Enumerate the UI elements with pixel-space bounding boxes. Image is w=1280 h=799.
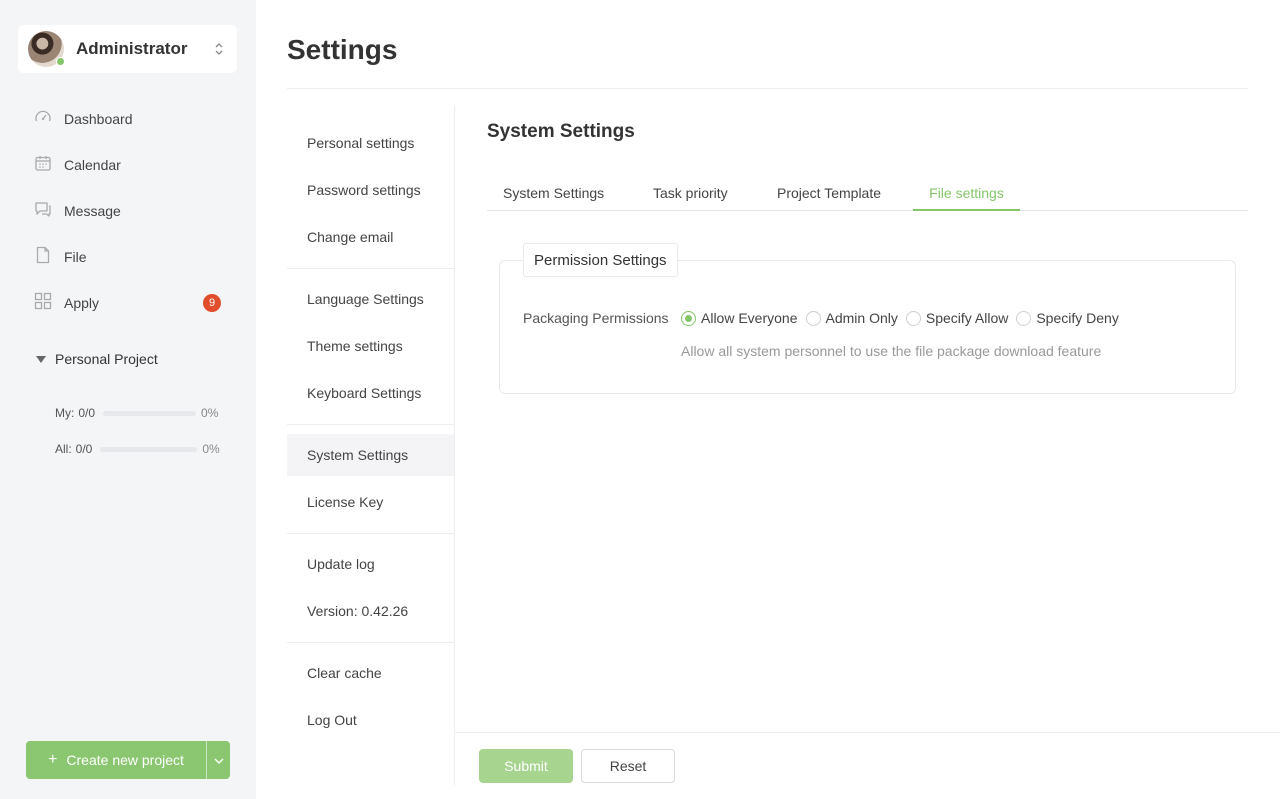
radio-label: Specify Allow — [925, 310, 1009, 326]
progress-label: My: — [55, 406, 75, 420]
radio-label: Admin Only — [825, 310, 898, 326]
progress-bar — [100, 446, 198, 452]
dashboard-icon — [34, 108, 52, 131]
section-title: System Settings — [487, 121, 635, 142]
footer-divider — [455, 732, 1280, 733]
menu-item-log-out[interactable]: Log Out — [287, 699, 454, 741]
radio-allow-everyone[interactable]: Allow Everyone — [681, 310, 798, 326]
tab-task-priority[interactable]: Task priority — [653, 178, 728, 211]
sidebar-item-label: Dashboard — [64, 111, 133, 127]
radio-specify-allow[interactable]: Specify Allow — [905, 310, 1009, 326]
settings-tabs: System Settings Task priority Project Te… — [487, 178, 1248, 211]
calendar-icon — [34, 154, 52, 177]
caret-down-icon — [36, 355, 46, 363]
menu-item-update-log[interactable]: Update log — [287, 543, 454, 585]
menu-item-keyboard-settings[interactable]: Keyboard Settings — [287, 372, 454, 414]
create-project-button[interactable]: + Create new project — [26, 741, 206, 779]
progress-bar — [103, 410, 197, 416]
radio-specify-deny[interactable]: Specify Deny — [1016, 310, 1119, 326]
personal-project-toggle[interactable]: Personal Project — [36, 351, 158, 367]
progress-label: All: — [55, 442, 72, 456]
permission-description: Allow all system personnel to use the fi… — [681, 343, 1102, 359]
online-status-dot — [56, 57, 65, 66]
radio-label: Allow Everyone — [701, 310, 798, 326]
my-progress: My: 0/0 0% — [55, 406, 218, 420]
packaging-permissions-label: Packaging Permissions — [523, 310, 669, 326]
menu-divider — [287, 424, 454, 425]
packaging-permissions-radio-group: Allow Everyone Admin Only Specify Allow … — [681, 310, 1127, 326]
radio-button-checked[interactable] — [681, 310, 696, 326]
sidebar-item-message[interactable]: Message — [18, 188, 237, 234]
sidebar-item-label: Calendar — [64, 157, 121, 173]
progress-count: 0/0 — [78, 406, 96, 420]
progress-percent: 0% — [202, 442, 220, 456]
radio-label: Specify Deny — [1036, 310, 1119, 326]
menu-divider — [287, 268, 454, 269]
create-project-label: Create new project — [66, 752, 184, 768]
sidebar-item-label: Apply — [64, 295, 100, 311]
radio-admin-only[interactable]: Admin Only — [805, 310, 898, 326]
sidebar-item-calendar[interactable]: Calendar — [18, 142, 237, 188]
menu-item-change-email[interactable]: Change email — [287, 216, 454, 258]
divider — [287, 88, 1248, 89]
sidebar-item-label: File — [64, 249, 87, 265]
chevron-down-icon — [214, 751, 224, 769]
tab-system-settings[interactable]: System Settings — [503, 178, 604, 211]
sidebar-item-apply[interactable]: Apply 9 — [18, 280, 237, 326]
progress-percent: 0% — [201, 406, 219, 420]
menu-divider — [287, 533, 454, 534]
project-section-title: Personal Project — [55, 351, 158, 367]
menu-item-system-settings[interactable]: System Settings — [287, 434, 454, 476]
menu-item-language-settings[interactable]: Language Settings — [287, 278, 454, 320]
sidebar-item-file[interactable]: File — [18, 234, 237, 280]
create-project-dropdown[interactable] — [206, 741, 230, 779]
user-switcher[interactable]: Administrator — [18, 25, 237, 73]
chevron-up-down-icon — [209, 41, 229, 57]
all-progress: All: 0/0 0% — [55, 442, 220, 456]
radio-button[interactable] — [805, 310, 821, 326]
menu-item-clear-cache[interactable]: Clear cache — [287, 652, 454, 694]
sidebar-item-label: Message — [64, 203, 121, 219]
tab-file-settings[interactable]: File settings — [913, 178, 1020, 211]
notification-badge: 9 — [203, 294, 221, 312]
menu-item-license-key[interactable]: License Key — [287, 481, 454, 523]
message-icon — [34, 200, 52, 223]
radio-button[interactable] — [905, 310, 921, 326]
create-project-button-group: + Create new project — [26, 741, 230, 779]
avatar — [28, 31, 65, 67]
menu-item-theme-settings[interactable]: Theme settings — [287, 325, 454, 367]
menu-item-password-settings[interactable]: Password settings — [287, 169, 454, 211]
progress-count: 0/0 — [75, 442, 93, 456]
plus-icon: + — [48, 751, 58, 768]
radio-button[interactable] — [1016, 310, 1032, 326]
sidebar: Administrator Dashboard Calendar Message — [0, 0, 256, 799]
version-label: Version: 0.42.26 — [307, 603, 409, 619]
menu-divider — [287, 642, 454, 643]
permission-settings-legend: Permission Settings — [523, 243, 678, 277]
permission-settings-panel — [499, 260, 1236, 394]
settings-menu: Personal settings Password settings Chan… — [287, 105, 455, 785]
page-title: Settings — [287, 34, 398, 65]
reset-button[interactable]: Reset — [581, 749, 675, 783]
apps-icon — [34, 292, 52, 315]
sidebar-item-dashboard[interactable]: Dashboard — [18, 96, 237, 142]
file-icon — [34, 246, 52, 269]
submit-button[interactable]: Submit — [479, 749, 573, 783]
sidebar-nav: Dashboard Calendar Message File Apply 9 — [18, 96, 237, 326]
user-name: Administrator — [76, 39, 188, 58]
tab-project-template[interactable]: Project Template — [777, 178, 881, 211]
menu-item-personal-settings[interactable]: Personal settings — [287, 122, 454, 164]
